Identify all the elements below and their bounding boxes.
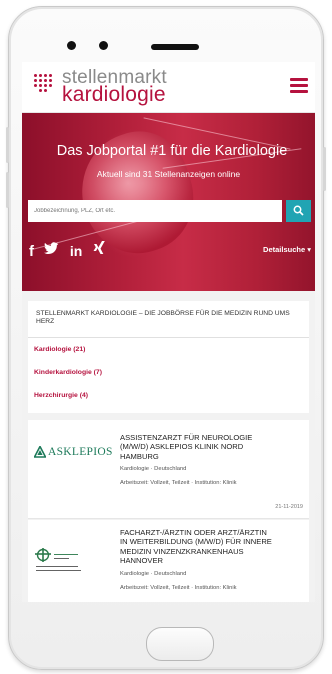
logo-dots-icon bbox=[34, 74, 54, 94]
job-search-input[interactable] bbox=[28, 200, 282, 222]
site-header: stellenmarkt kardiologie bbox=[22, 62, 315, 113]
job-details: Arbeitszeit: Vollzeit, Teilzeit · Instit… bbox=[120, 480, 237, 486]
phone-speaker bbox=[151, 44, 199, 50]
logo-fineprint: ▬▬▬▬▬ bbox=[54, 556, 69, 560]
category-link-herzchirurgie[interactable]: Herzchirurgie (4) bbox=[34, 392, 88, 399]
job-date: 21-11-2019 bbox=[275, 504, 303, 510]
job-title[interactable]: ASSISTENZARZT FÜR NEUROLOGIE (M/W/D) ASK… bbox=[120, 433, 302, 461]
screen: stellenmarkt kardiologie Das Jobportal #… bbox=[22, 62, 315, 602]
chevron-down-icon: ▾ bbox=[307, 245, 311, 254]
phone-power-button bbox=[323, 147, 326, 191]
job-listing[interactable]: ▬▬▬▬▬▬▬▬ ▬▬▬▬▬ ▬▬▬▬▬▬▬▬▬▬▬▬▬▬ ▬▬▬▬▬▬▬▬▬▬… bbox=[28, 520, 309, 602]
category-link-kardiologie[interactable]: Kardiologie (21) bbox=[34, 346, 85, 353]
vinzenzkrankenhaus-logo: ▬▬▬▬▬▬▬▬ ▬▬▬▬▬ ▬▬▬▬▬▬▬▬▬▬▬▬▬▬ ▬▬▬▬▬▬▬▬▬▬… bbox=[34, 548, 116, 584]
job-location: Kardiologie · Deutschland bbox=[120, 466, 187, 472]
xing-icon[interactable] bbox=[93, 241, 107, 261]
detail-search-link[interactable]: Detailsuche ▾ bbox=[263, 245, 311, 254]
twitter-icon[interactable] bbox=[44, 242, 59, 260]
intro-card: STELLENMARKT KARDIOLOGIE – DIE JOBBÖRSE … bbox=[28, 301, 309, 338]
category-link-kinderkardiologie[interactable]: Kinderkardiologie (7) bbox=[34, 369, 102, 376]
intro-text: STELLENMARKT KARDIOLOGIE – DIE JOBBÖRSE … bbox=[36, 310, 290, 325]
cross-logo-icon bbox=[35, 548, 51, 562]
hero-banner: Das Jobportal #1 für die Kardiologie Akt… bbox=[22, 113, 315, 291]
phone-side-button bbox=[6, 172, 9, 208]
category-list: Kardiologie (21) Kinderkardiologie (7) H… bbox=[28, 338, 309, 413]
phone-sensor bbox=[99, 41, 108, 50]
search-icon bbox=[293, 205, 304, 216]
logo-text-bottom[interactable]: kardiologie bbox=[62, 83, 166, 107]
social-links: f in bbox=[29, 241, 113, 265]
phone-side-button bbox=[6, 127, 9, 163]
job-location: Kardiologie · Deutschland bbox=[120, 571, 187, 577]
hamburger-menu-icon[interactable] bbox=[290, 78, 308, 93]
phone-home-button[interactable] bbox=[146, 627, 214, 661]
asklepios-triangle-icon bbox=[34, 446, 46, 458]
hero-subtitle: Aktuell sind 31 Stellenanzeigen online bbox=[96, 169, 241, 179]
job-details: Arbeitszeit: Vollzeit, Teilzeit · Instit… bbox=[120, 585, 237, 591]
linkedin-icon[interactable]: in bbox=[70, 243, 82, 259]
job-title[interactable]: FACHARZT-/ÄRZTIN ODER ARZT/ÄRZTIN IN WEI… bbox=[120, 528, 302, 566]
logo-fineprint: ▬▬▬▬▬▬▬▬▬▬▬▬▬▬▬ bbox=[36, 568, 81, 572]
hero-title: Das Jobportal #1 für die Kardiologie bbox=[56, 143, 288, 159]
phone-camera bbox=[67, 41, 76, 50]
job-listing[interactable]: ASKLEPIOS ASSISTENZARZT FÜR NEUROLOGIE (… bbox=[28, 420, 309, 519]
search-button[interactable] bbox=[286, 200, 311, 222]
asklepios-logo: ASKLEPIOS bbox=[34, 446, 112, 460]
facebook-icon[interactable]: f bbox=[29, 243, 34, 260]
